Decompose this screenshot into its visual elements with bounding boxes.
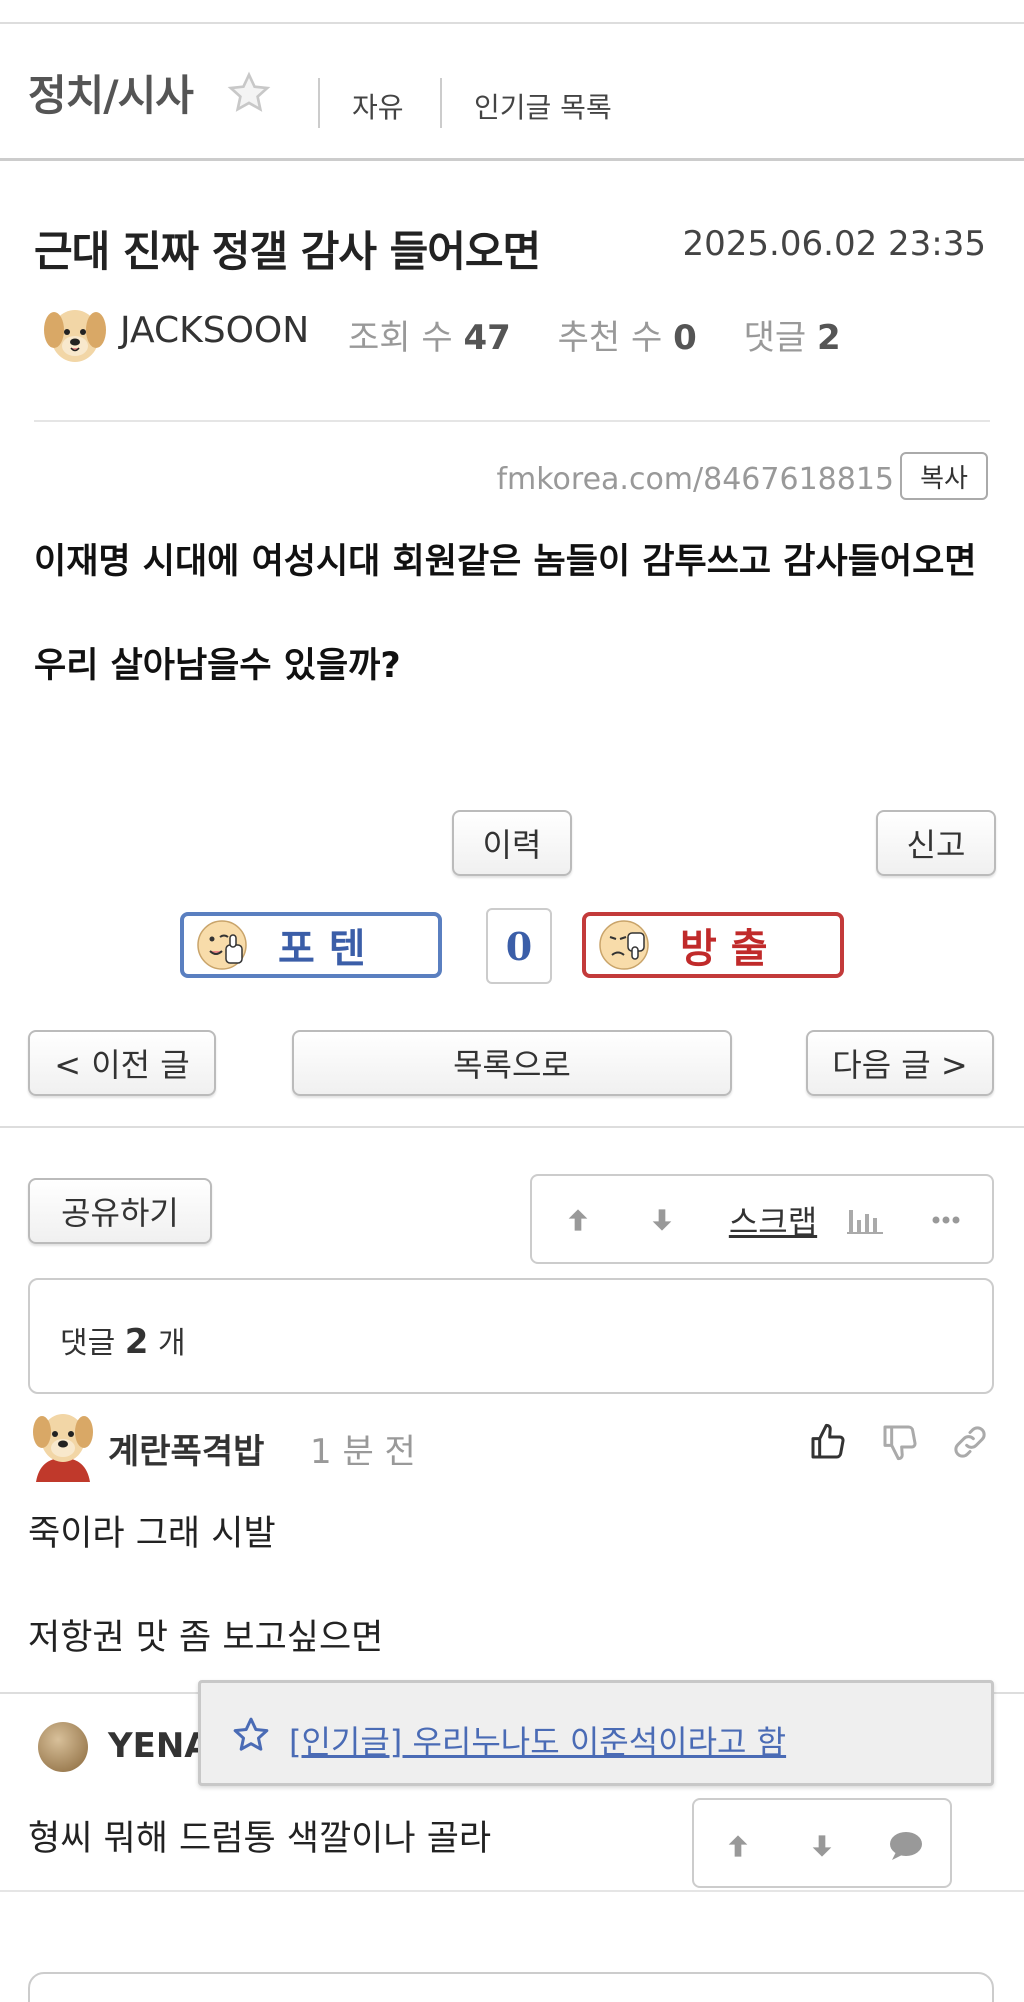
comment-author[interactable]: YENA	[108, 1726, 211, 1766]
top-divider	[0, 22, 1024, 24]
tab-popular-list[interactable]: 인기글 목록	[474, 86, 612, 126]
post-divider	[34, 420, 990, 422]
post-body: 이재명 시대에 여성시대 회원같은 놈들이 감투쓰고 감사들어오면 우리 살아남…	[34, 536, 994, 744]
scrap-button[interactable]: 스크랩	[718, 1198, 828, 1242]
post-url: fmkorea.com/8467618815	[496, 462, 894, 497]
bangchul-label: 방 출	[680, 926, 768, 972]
tab-separator	[318, 78, 320, 128]
history-button[interactable]: 이력	[452, 810, 572, 876]
header-divider	[0, 158, 1024, 161]
recommends-stat: 추천 수 0	[557, 318, 697, 358]
comment-bubble-icon[interactable]	[884, 1824, 928, 1868]
post-stats: 조회 수 47 추천 수 0 댓글 2	[348, 310, 877, 359]
downvote-arrow-icon[interactable]	[640, 1198, 684, 1242]
prev-post-button[interactable]: < 이전 글	[28, 1030, 216, 1096]
more-options-icon[interactable]	[924, 1198, 968, 1242]
post-title: 근대 진짜 정갤 감사 들어오면	[34, 227, 541, 276]
comments-header: 댓글 2 개	[28, 1278, 994, 1394]
back-to-list-button[interactable]: 목록으로	[292, 1030, 732, 1096]
thumbs-up-face-icon	[197, 920, 247, 970]
author-avatar-icon[interactable]	[42, 300, 108, 368]
post-date: 2025.06.02 23:35	[682, 224, 986, 264]
author-name[interactable]: JACKSOON	[120, 310, 309, 351]
link-icon[interactable]	[950, 1422, 990, 1462]
potten-label: 포 텐	[278, 926, 366, 972]
comment-time: 1 분 전	[310, 1432, 416, 1472]
star-outline-icon	[233, 1717, 269, 1751]
post-body-line: 이재명 시대에 여성시대 회원같은 놈들이 감투쓰고 감사들어오면	[34, 542, 977, 582]
stats-chart-icon[interactable]	[844, 1198, 888, 1242]
views-stat: 조회 수 47	[348, 318, 511, 358]
favorite-star-icon[interactable]	[226, 70, 272, 116]
post-action-bar: 스크랩	[530, 1174, 994, 1264]
comments-stat: 댓글 2	[743, 318, 841, 358]
thumbs-up-icon[interactable]	[808, 1422, 848, 1462]
tab-separator	[440, 78, 442, 128]
tab-free[interactable]: 자유	[352, 86, 404, 126]
scroll-up-arrow-icon[interactable]	[716, 1824, 760, 1868]
comment-body: 형씨 뭐해 드럼통 색깔이나 골라	[28, 1819, 492, 1859]
next-post-button[interactable]: 다음 글 >	[806, 1030, 994, 1096]
report-button[interactable]: 신고	[876, 810, 996, 876]
comment-line: 저항권 맛 좀 보고싶으면	[28, 1618, 384, 1658]
scroll-down-arrow-icon[interactable]	[800, 1824, 844, 1868]
post-body-line: 우리 살아남을수 있을까?	[34, 646, 401, 686]
commenter-avatar-icon[interactable]	[28, 1408, 98, 1482]
bangchul-vote-button[interactable]: 방 출	[582, 912, 844, 978]
potten-vote-button[interactable]: 포 텐	[180, 912, 442, 978]
section-divider	[0, 1126, 1024, 1128]
comment-author[interactable]: 계란폭격밥	[108, 1424, 264, 1473]
thumbs-down-icon[interactable]	[880, 1422, 920, 1462]
comment-line: 죽이라 그래 시발	[28, 1514, 276, 1554]
floating-action-bar	[692, 1798, 952, 1888]
thumbs-down-face-icon	[599, 920, 649, 970]
share-button[interactable]: 공유하기	[28, 1178, 212, 1244]
upvote-arrow-icon[interactable]	[556, 1198, 600, 1242]
board-title[interactable]: 정치/시사	[28, 62, 194, 123]
comment-count: 댓글 2 개	[60, 1322, 186, 1362]
copy-url-button[interactable]: 복사	[900, 452, 988, 500]
bottom-divider	[0, 1890, 1024, 1892]
comment-input-box[interactable]	[28, 1972, 994, 2002]
popular-post-popup[interactable]: [인기글] 우리누나도 이준석이라고 함	[198, 1680, 994, 1786]
vote-count: 0	[486, 908, 552, 984]
commenter-avatar-icon[interactable]	[38, 1722, 88, 1772]
popular-post-link[interactable]: [인기글] 우리누나도 이준석이라고 함	[289, 1717, 786, 1763]
